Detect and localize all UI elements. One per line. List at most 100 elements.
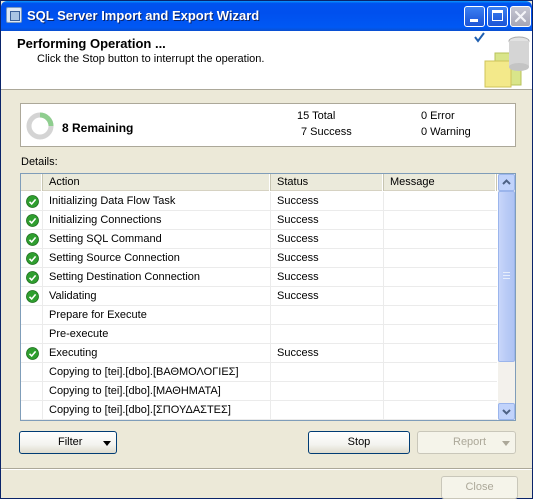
row-action-cell: Prepare for Execute bbox=[43, 306, 271, 325]
row-status-cell: Success bbox=[271, 344, 384, 363]
row-message-cell bbox=[384, 363, 497, 382]
page-title: Performing Operation ... bbox=[17, 36, 166, 51]
details-table[interactable]: Action Status Message Initializing Data … bbox=[20, 173, 516, 421]
row-icon-cell bbox=[21, 268, 43, 287]
table-row[interactable]: Setting SQL Command Success bbox=[21, 230, 497, 249]
column-header-icon[interactable] bbox=[21, 174, 43, 191]
row-message-cell bbox=[384, 382, 497, 401]
row-icon-cell bbox=[21, 230, 43, 249]
filter-button[interactable]: Filter bbox=[19, 431, 117, 454]
table-row[interactable]: Setting Source Connection Success bbox=[21, 249, 497, 268]
row-message-cell bbox=[384, 249, 497, 268]
title-bar[interactable]: SQL Server Import and Export Wizard bbox=[1, 1, 532, 31]
row-icon-cell bbox=[21, 382, 43, 401]
column-header-message[interactable]: Message bbox=[384, 174, 497, 191]
row-action-cell: Validating bbox=[43, 287, 271, 306]
minimize-button[interactable] bbox=[464, 6, 485, 27]
scroll-thumb[interactable] bbox=[498, 191, 515, 362]
row-message-cell bbox=[384, 344, 497, 363]
row-message-cell bbox=[384, 325, 497, 344]
row-action-cell: Pre-execute bbox=[43, 325, 271, 344]
minimize-icon bbox=[470, 19, 478, 22]
row-message-cell bbox=[384, 211, 497, 230]
vertical-scrollbar[interactable] bbox=[498, 174, 515, 420]
dropdown-arrow-icon bbox=[502, 441, 510, 446]
remaining-count: 8 Remaining bbox=[62, 121, 134, 135]
filter-button-label: Filter bbox=[58, 436, 83, 448]
app-icon bbox=[6, 7, 22, 23]
success-icon bbox=[26, 347, 39, 360]
row-status-cell: Success bbox=[271, 249, 384, 268]
row-message-cell bbox=[384, 306, 497, 325]
table-row[interactable]: Copying to [tei].[dbo].[ΣΠΟΥΔΑΣΤΕΣ] bbox=[21, 401, 497, 420]
stop-button[interactable]: Stop bbox=[308, 431, 410, 454]
row-message-cell bbox=[384, 401, 497, 420]
window-title: SQL Server Import and Export Wizard bbox=[27, 8, 260, 23]
row-action-cell: Executing bbox=[43, 344, 271, 363]
page-subtitle: Click the Stop button to interrupt the o… bbox=[37, 53, 265, 65]
row-status-cell bbox=[271, 306, 384, 325]
success-count: 7 Success bbox=[301, 126, 352, 138]
row-icon-cell bbox=[21, 287, 43, 306]
row-status-cell bbox=[271, 325, 384, 344]
row-icon-cell bbox=[21, 325, 43, 344]
progress-spinner-icon bbox=[26, 112, 54, 140]
success-icon bbox=[26, 290, 39, 303]
table-row[interactable]: Setting Destination Connection Success bbox=[21, 268, 497, 287]
maximize-button[interactable] bbox=[487, 6, 508, 27]
table-row[interactable]: Copying to [tei].[dbo].[ΜΑΘΗΜΑΤΑ] bbox=[21, 382, 497, 401]
row-message-cell bbox=[384, 230, 497, 249]
row-icon-cell bbox=[21, 363, 43, 382]
row-icon-cell bbox=[21, 192, 43, 211]
row-message-cell bbox=[384, 192, 497, 211]
table-row[interactable]: Initializing Data Flow Task Success bbox=[21, 192, 497, 211]
close-button[interactable]: Close bbox=[441, 476, 518, 499]
row-action-cell: Initializing Connections bbox=[43, 211, 271, 230]
table-row[interactable]: Validating Success bbox=[21, 287, 497, 306]
row-message-cell bbox=[384, 287, 497, 306]
success-icon bbox=[26, 271, 39, 284]
column-header-action[interactable]: Action bbox=[43, 174, 271, 191]
report-button[interactable]: Report bbox=[417, 431, 516, 454]
row-status-cell: Success bbox=[271, 287, 384, 306]
row-status-cell: Success bbox=[271, 230, 384, 249]
scroll-down-button[interactable] bbox=[498, 403, 515, 420]
row-status-cell: Success bbox=[271, 192, 384, 211]
column-header-status[interactable]: Status bbox=[271, 174, 384, 191]
close-window-button[interactable] bbox=[510, 6, 531, 27]
report-button-label: Report bbox=[453, 436, 487, 448]
chevron-up-icon bbox=[502, 179, 511, 185]
error-count: 0 Error bbox=[421, 110, 455, 122]
row-status-cell bbox=[271, 382, 384, 401]
maximize-icon bbox=[492, 10, 503, 21]
success-icon bbox=[26, 233, 39, 246]
row-status-cell: Success bbox=[271, 211, 384, 230]
scroll-grip-icon bbox=[503, 272, 510, 279]
table-row[interactable]: Pre-execute bbox=[21, 325, 497, 344]
row-action-cell: Setting Destination Connection bbox=[43, 268, 271, 287]
row-icon-cell bbox=[21, 401, 43, 420]
row-action-cell: Copying to [tei].[dbo].[ΒΑΘΜΟΛΟΓΙΕΣ] bbox=[43, 363, 271, 382]
warning-count: 0 Warning bbox=[421, 126, 471, 138]
footer-divider bbox=[1, 468, 532, 470]
table-row[interactable]: Executing Success bbox=[21, 344, 497, 363]
row-action-cell: Copying to [tei].[dbo].[ΜΑΘΗΜΑΤΑ] bbox=[43, 382, 271, 401]
progress-summary: 8 Remaining 15 Total 7 Success 0 Error 0… bbox=[20, 103, 516, 147]
row-action-cell: Initializing Data Flow Task bbox=[43, 192, 271, 211]
table-row[interactable]: Prepare for Execute bbox=[21, 306, 497, 325]
scroll-up-button[interactable] bbox=[498, 174, 515, 191]
details-label: Details: bbox=[21, 156, 58, 168]
dropdown-arrow-icon bbox=[103, 441, 111, 446]
row-icon-cell bbox=[21, 344, 43, 363]
success-icon bbox=[26, 252, 39, 265]
row-action-cell: Setting SQL Command bbox=[43, 230, 271, 249]
table-row[interactable]: Initializing Connections Success bbox=[21, 211, 497, 230]
table-row[interactable]: Copying to [tei].[dbo].[ΒΑΘΜΟΛΟΓΙΕΣ] bbox=[21, 363, 497, 382]
total-count: 15 Total bbox=[297, 110, 336, 122]
row-action-cell: Setting Source Connection bbox=[43, 249, 271, 268]
success-icon bbox=[26, 214, 39, 227]
close-icon bbox=[514, 10, 527, 23]
wizard-header: Performing Operation ... Click the Stop … bbox=[1, 31, 532, 90]
row-icon-cell bbox=[21, 211, 43, 230]
success-icon bbox=[26, 195, 39, 208]
